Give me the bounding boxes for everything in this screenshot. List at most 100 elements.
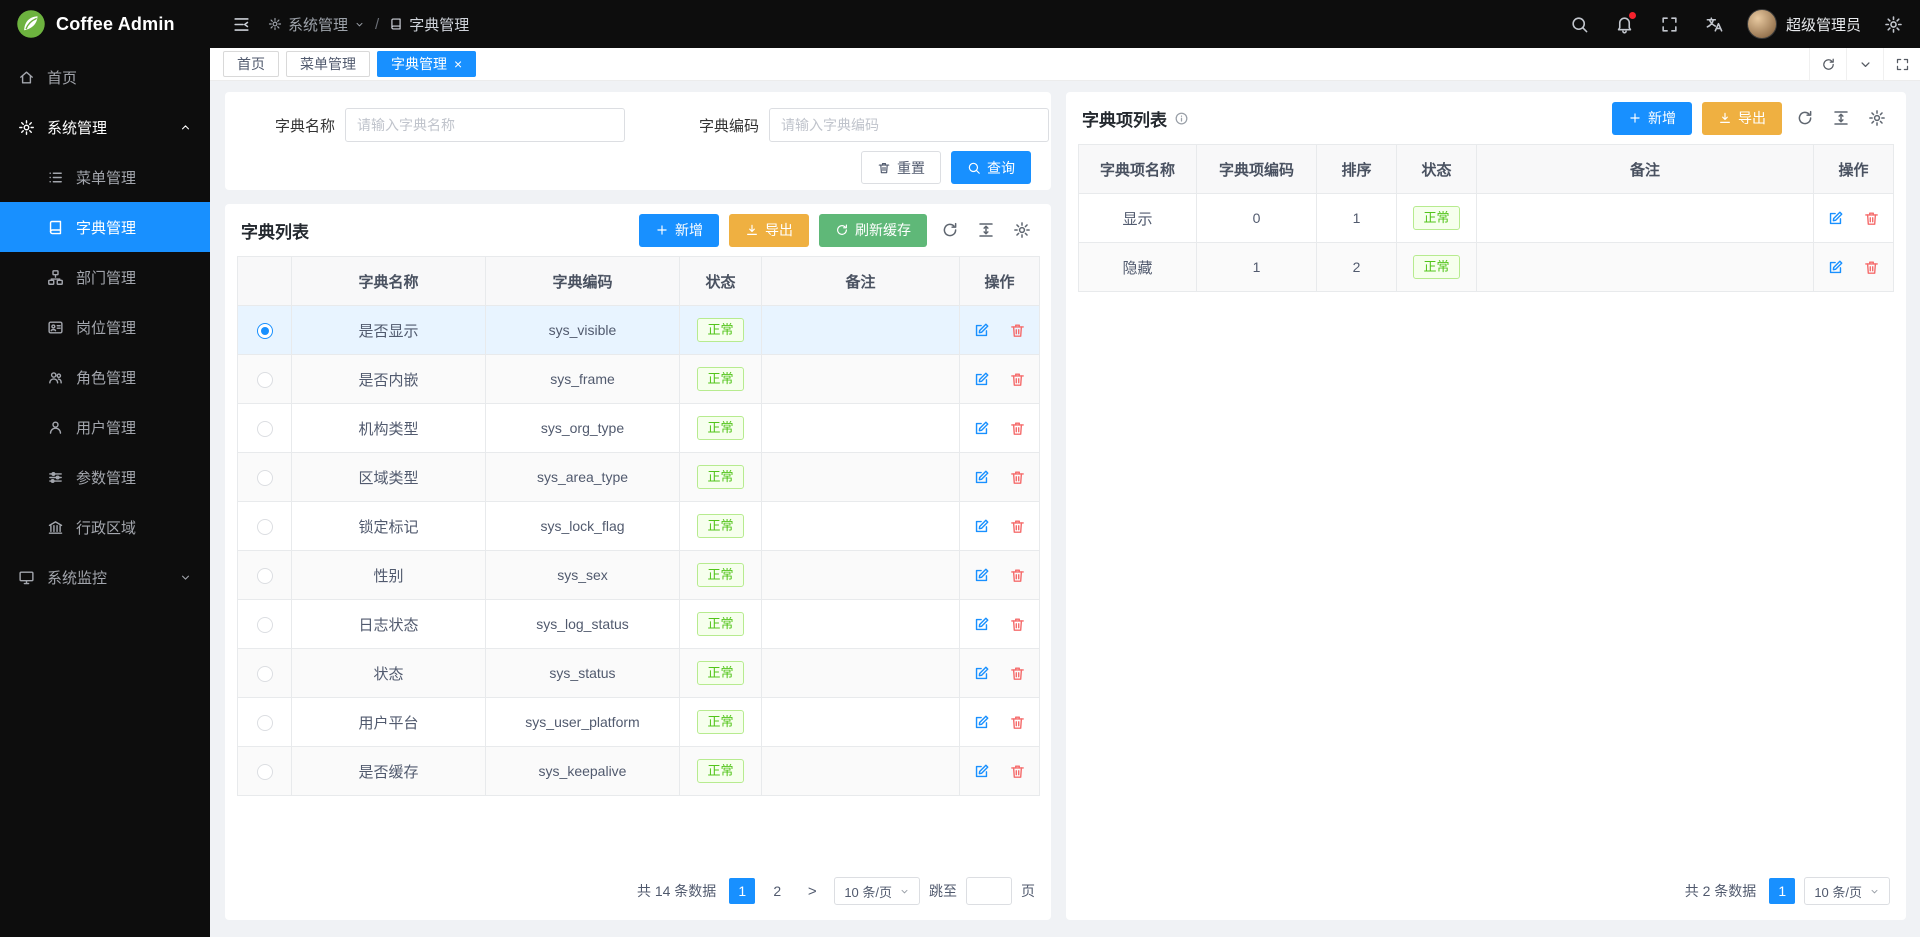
delete-button[interactable]	[1008, 663, 1028, 683]
table-size-button[interactable]	[973, 217, 999, 243]
edit-button[interactable]	[971, 320, 991, 340]
user-menu[interactable]: 超级管理员	[1747, 9, 1861, 39]
edit-button[interactable]	[1825, 208, 1845, 228]
table-row[interactable]: 显示 0 1 正常	[1079, 194, 1894, 243]
sidebar-item-home[interactable]: 首页	[0, 52, 210, 102]
tab-menu-mgmt[interactable]: 菜单管理	[286, 51, 370, 77]
edit-button[interactable]	[971, 516, 991, 536]
settings-button[interactable]	[1880, 11, 1906, 37]
export-button[interactable]: 导出	[729, 214, 809, 247]
sidebar-item-region-mgmt[interactable]: 行政区域	[0, 502, 210, 552]
row-radio[interactable]	[257, 372, 273, 388]
tabs-menu-button[interactable]	[1846, 48, 1883, 80]
tab-dict-mgmt[interactable]: 字典管理 ×	[377, 51, 476, 77]
tab-home[interactable]: 首页	[223, 51, 279, 77]
table-row[interactable]: 锁定标记 sys_lock_flag 正常	[238, 502, 1040, 551]
sidebar-item-dept-mgmt[interactable]: 部门管理	[0, 252, 210, 302]
table-refresh-button[interactable]	[1792, 105, 1818, 131]
table-size-button[interactable]	[1828, 105, 1854, 131]
table-row[interactable]: 隐藏 1 2 正常	[1079, 243, 1894, 292]
refresh-cache-button[interactable]: 刷新缓存	[819, 214, 927, 247]
reset-button[interactable]: 重置	[861, 151, 941, 184]
delete-button[interactable]	[1008, 418, 1028, 438]
delete-button[interactable]	[1008, 369, 1028, 389]
language-button[interactable]	[1702, 11, 1728, 37]
page-size-value: 10 条/页	[1814, 882, 1862, 901]
sidebar-item-monitor[interactable]: 系统监控	[0, 552, 210, 602]
page-size-select[interactable]: 10 条/页	[834, 877, 920, 905]
page-size-select[interactable]: 10 条/页	[1804, 877, 1890, 905]
dict-name-input[interactable]	[345, 108, 625, 142]
column-header: 排序	[1317, 145, 1397, 194]
delete-button[interactable]	[1008, 761, 1028, 781]
add-item-button[interactable]: 新增	[1612, 102, 1692, 135]
sidebar-item-dict-mgmt[interactable]: 字典管理	[0, 202, 210, 252]
edit-button[interactable]	[971, 565, 991, 585]
edit-button[interactable]	[1825, 257, 1845, 277]
sidebar-item-menu-mgmt[interactable]: 菜单管理	[0, 152, 210, 202]
delete-button[interactable]	[1862, 257, 1882, 277]
table-row[interactable]: 是否缓存 sys_keepalive 正常	[238, 747, 1040, 796]
table-row[interactable]: 日志状态 sys_log_status 正常	[238, 600, 1040, 649]
sidebar-item-post-mgmt[interactable]: 岗位管理	[0, 302, 210, 352]
delete-button[interactable]	[1008, 614, 1028, 634]
row-radio[interactable]	[257, 519, 273, 535]
delete-button[interactable]	[1862, 208, 1882, 228]
row-radio[interactable]	[257, 568, 273, 584]
dict-code-input[interactable]	[769, 108, 1049, 142]
table-row[interactable]: 是否显示 sys_visible 正常	[238, 306, 1040, 355]
edit-button[interactable]	[971, 467, 991, 487]
row-radio[interactable]	[257, 617, 273, 633]
page-button-2[interactable]: 2	[764, 878, 790, 904]
sidebar-item-param-mgmt[interactable]: 参数管理	[0, 452, 210, 502]
tabs-fullscreen-button[interactable]	[1883, 48, 1920, 80]
row-radio[interactable]	[257, 421, 273, 437]
table-settings-button[interactable]	[1009, 217, 1035, 243]
table-row[interactable]: 区域类型 sys_area_type 正常	[238, 453, 1040, 502]
row-radio[interactable]	[257, 666, 273, 682]
query-button[interactable]: 查询	[951, 151, 1031, 184]
export-items-button[interactable]: 导出	[1702, 102, 1782, 135]
table-refresh-button[interactable]	[937, 217, 963, 243]
edit-button[interactable]	[971, 663, 991, 683]
breadcrumb-item-system[interactable]: 系统管理	[268, 14, 365, 35]
tabs-refresh-button[interactable]	[1809, 48, 1846, 80]
edit-button[interactable]	[971, 761, 991, 781]
edit-button[interactable]	[971, 712, 991, 732]
table-row[interactable]: 状态 sys_status 正常	[238, 649, 1040, 698]
expand-icon	[1895, 57, 1910, 72]
delete-button[interactable]	[1008, 320, 1028, 340]
edit-button[interactable]	[971, 614, 991, 634]
delete-button[interactable]	[1008, 467, 1028, 487]
edit-button[interactable]	[971, 418, 991, 438]
search-button[interactable]	[1567, 11, 1593, 37]
app-logo[interactable]: Coffee Admin	[0, 0, 210, 48]
sidebar-fold-button[interactable]	[224, 7, 258, 41]
delete-button[interactable]	[1008, 712, 1028, 732]
next-page-button[interactable]: >	[799, 878, 825, 904]
sidebar-item-system[interactable]: 系统管理	[0, 102, 210, 152]
sidebar-item-user-mgmt[interactable]: 用户管理	[0, 402, 210, 452]
add-button[interactable]: 新增	[639, 214, 719, 247]
table-row[interactable]: 性别 sys_sex 正常	[238, 551, 1040, 600]
sidebar-item-role-mgmt[interactable]: 角色管理	[0, 352, 210, 402]
cell-item-sort: 2	[1317, 243, 1397, 292]
row-radio[interactable]	[257, 764, 273, 780]
table-row[interactable]: 用户平台 sys_user_platform 正常	[238, 698, 1040, 747]
delete-button[interactable]	[1008, 565, 1028, 585]
row-radio[interactable]	[257, 323, 273, 339]
jump-page-input[interactable]	[966, 877, 1012, 905]
delete-button[interactable]	[1008, 516, 1028, 536]
row-radio[interactable]	[257, 470, 273, 486]
page-button-1[interactable]: 1	[1769, 878, 1795, 904]
page-button-1[interactable]: 1	[729, 878, 755, 904]
fullscreen-button[interactable]	[1657, 11, 1683, 37]
row-radio[interactable]	[257, 715, 273, 731]
table-row[interactable]: 是否内嵌 sys_frame 正常	[238, 355, 1040, 404]
edit-button[interactable]	[971, 369, 991, 389]
breadcrumb-item-dict[interactable]: 字典管理	[389, 14, 469, 35]
table-row[interactable]: 机构类型 sys_org_type 正常	[238, 404, 1040, 453]
notifications-button[interactable]	[1612, 11, 1638, 37]
table-settings-button[interactable]	[1864, 105, 1890, 131]
close-icon[interactable]: ×	[454, 57, 462, 71]
